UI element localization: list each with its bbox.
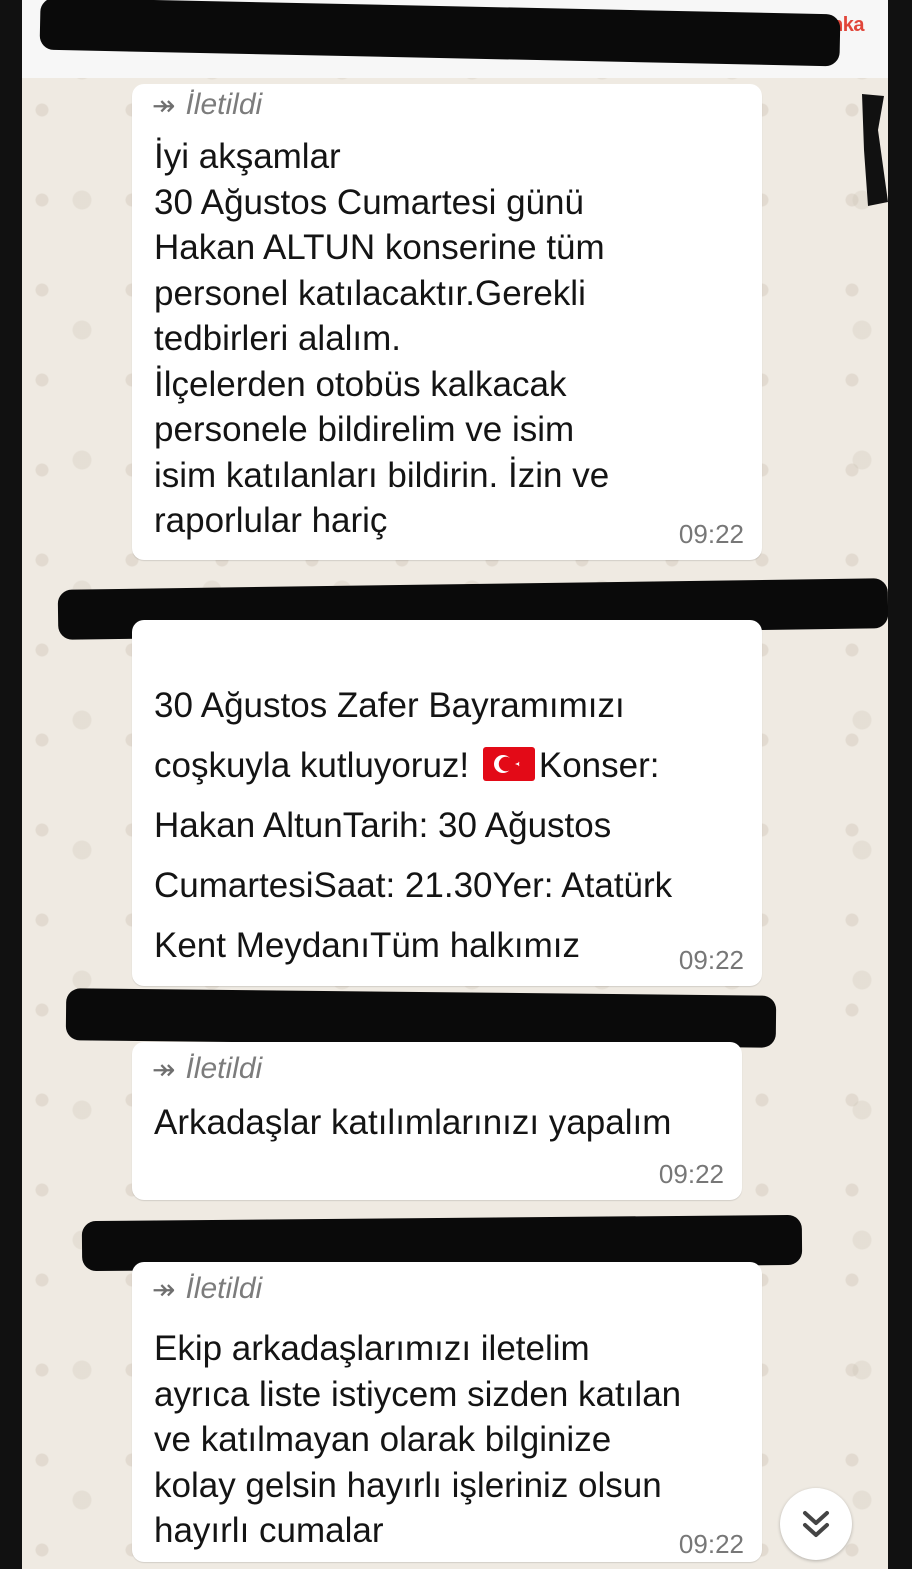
message-bubble[interactable]: 30 Ağustos Zafer Bayramımızı coşkuyla ku…: [132, 620, 762, 1025]
message-time: 09:22: [678, 945, 744, 975]
forwarded-label: ↠ İletildi: [152, 1272, 263, 1305]
message-text: 30 Ağustos Zafer Bayramımızı coşkuyla ku…: [154, 686, 673, 1025]
forward-arrow-icon: ↠: [152, 1273, 176, 1305]
scroll-to-bottom-button[interactable]: [780, 1488, 852, 1560]
forwarded-label: ↠ İletildi: [152, 1052, 263, 1085]
message-time: 09:22: [658, 1159, 724, 1189]
message-bubble[interactable]: ↠ İletildi İyi akşamlar 30 Ağustos Cumar…: [132, 84, 762, 560]
double-chevron-down-icon: [803, 1511, 829, 1537]
message-time: 09:22: [678, 519, 744, 549]
redaction-bar: [65, 988, 777, 1048]
message-text: Arkadaşlar katılımlarınızı yapalım: [154, 1103, 672, 1142]
message-text: İyi akşamlar 30 Ağustos Cumartesi günü H…: [154, 137, 610, 540]
forwarded-label: ↠ İletildi: [152, 88, 263, 121]
forward-arrow-icon: ↠: [152, 1053, 176, 1085]
message-time: 09:22: [678, 1529, 744, 1559]
forward-arrow-icon: ↠: [152, 89, 176, 121]
turkey-flag-icon: [482, 747, 535, 781]
chat-screen: anka ↠ İletildi İyi akşamlar 30 Ağustos …: [22, 0, 888, 1569]
message-text: Ekip arkadaşlarımızı iletelim ayrıca lis…: [154, 1329, 682, 1550]
redaction-mark: [862, 94, 888, 206]
message-bubble[interactable]: ↠ İletildi Arkadaşlar katılımlarınızı ya…: [132, 1042, 742, 1200]
message-bubble[interactable]: ↠ İletildi Ekip arkadaşlarımızı iletelim…: [132, 1262, 762, 1562]
